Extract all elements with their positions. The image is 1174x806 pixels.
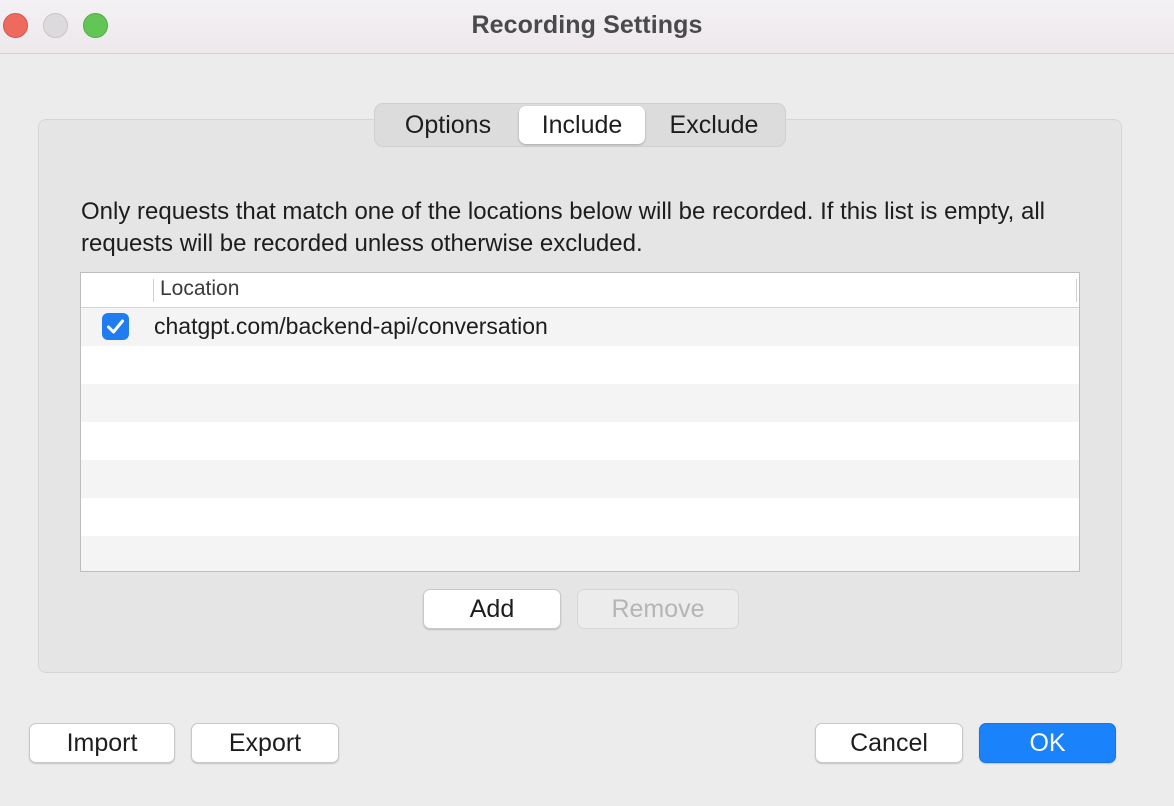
empty-row bbox=[81, 422, 1079, 460]
location-column-header[interactable]: Location bbox=[160, 277, 239, 301]
table-row[interactable]: chatgpt.com/backend-api/conversation bbox=[81, 308, 1079, 346]
empty-row bbox=[81, 384, 1079, 422]
empty-row bbox=[81, 536, 1079, 571]
tab-include[interactable]: Include bbox=[519, 106, 645, 144]
title-bar: Recording Settings bbox=[0, 0, 1174, 54]
remove-button[interactable]: Remove bbox=[577, 589, 739, 629]
location-enabled-checkbox[interactable] bbox=[102, 313, 129, 340]
location-value: chatgpt.com/backend-api/conversation bbox=[154, 313, 548, 339]
cancel-button[interactable]: Cancel bbox=[815, 723, 963, 763]
empty-row bbox=[81, 498, 1079, 536]
column-separator[interactable] bbox=[153, 279, 154, 302]
import-button[interactable]: Import bbox=[29, 723, 175, 763]
add-button[interactable]: Add bbox=[423, 589, 561, 629]
column-separator[interactable] bbox=[1076, 279, 1077, 302]
window-title: Recording Settings bbox=[471, 11, 703, 39]
location-table[interactable]: Location chatgpt.com/backend-api/convers… bbox=[80, 272, 1080, 572]
tab-exclude[interactable]: Exclude bbox=[645, 106, 783, 144]
recording-settings-window: Recording Settings Options Include Exclu… bbox=[0, 0, 1174, 806]
include-description: Only requests that match one of the loca… bbox=[81, 198, 1046, 257]
empty-row bbox=[81, 460, 1079, 498]
tab-bar: Options Include Exclude bbox=[374, 103, 786, 147]
ok-button[interactable]: OK bbox=[979, 723, 1116, 763]
export-button[interactable]: Export bbox=[191, 723, 339, 763]
empty-row bbox=[81, 346, 1079, 384]
checkmark-icon bbox=[107, 319, 124, 334]
tab-options[interactable]: Options bbox=[377, 106, 519, 144]
table-header: Location bbox=[81, 273, 1079, 308]
